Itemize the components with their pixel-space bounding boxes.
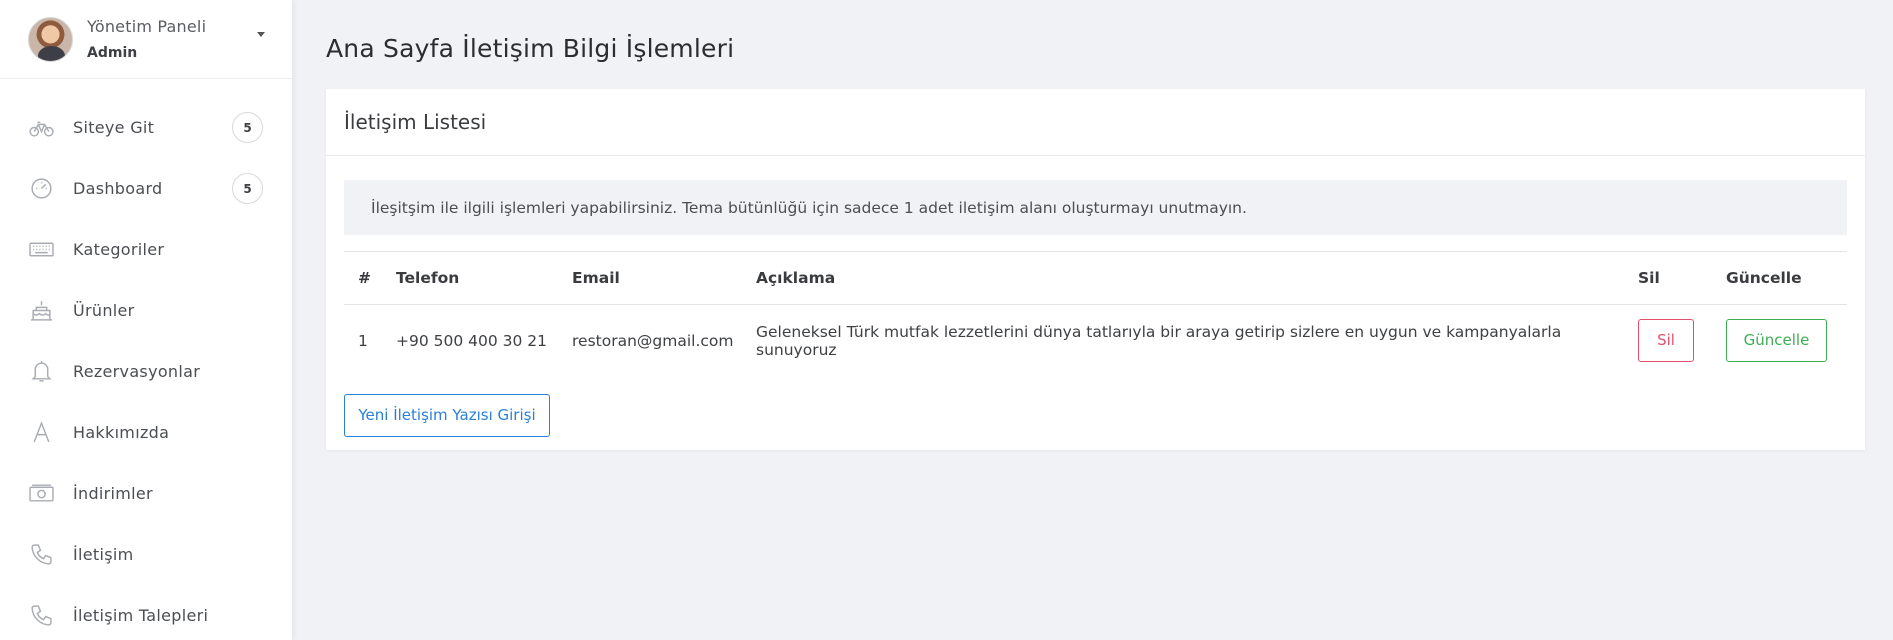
sidebar-item-label: Ürünler [73, 301, 135, 320]
sidebar-item-hakkimizda[interactable]: Hakkımızda [0, 402, 292, 463]
column-header-update: Güncelle [1726, 251, 1847, 305]
sidebar-item-rezervasyonlar[interactable]: Rezervasyonlar [0, 341, 292, 402]
sidebar-item-label: İndirimler [73, 484, 153, 503]
phone-icon [29, 542, 54, 567]
profile-title: Yönetim Paneli [87, 17, 207, 36]
profile-role: Admin [87, 45, 138, 61]
cell-email: restoran@gmail.com [572, 331, 734, 350]
update-button[interactable]: Güncelle [1726, 319, 1827, 363]
sidebar-item-iletisim-talepleri[interactable]: İletişim Talepleri [0, 585, 292, 640]
sidebar-menu: Siteye Git 5 Dashboard 5 Kategoriler Ürü… [0, 79, 292, 640]
sidebar-item-label: İletişim [73, 545, 134, 564]
table-row: 1 +90 500 400 30 21 restoran@gmail.com G… [344, 305, 1847, 377]
column-header-number: # [344, 251, 396, 305]
avatar [28, 16, 73, 62]
column-header-description: Açıklama [756, 251, 1638, 305]
bell-icon [29, 359, 54, 384]
sidebar-item-label: İletişim Talepleri [73, 606, 209, 625]
page-title: Ana Sayfa İletişim Bilgi İşlemleri [326, 34, 735, 63]
delete-button[interactable]: Sil [1638, 319, 1694, 363]
cake-icon [29, 298, 54, 323]
sidebar-item-urunler[interactable]: Ürünler [0, 280, 292, 341]
info-message: İleşitşim ile ilgili işlemleri yapabilir… [344, 180, 1847, 235]
letter-a-icon [29, 420, 54, 445]
sidebar-item-label: Siteye Git [73, 118, 155, 137]
cell-phone: +90 500 400 30 21 [396, 331, 548, 350]
column-header-delete: Sil [1638, 251, 1726, 305]
sidebar-item-dashboard[interactable]: Dashboard 5 [0, 158, 292, 219]
sidebar-item-label: Rezervasyonlar [73, 362, 201, 381]
cell-description: Geleneksel Türk mutfak lezzetlerini düny… [756, 322, 1562, 359]
contact-table: # Telefon Email Açıklama Sil Güncelle 1 … [344, 251, 1847, 377]
sidebar-item-siteye-git[interactable]: Siteye Git 5 [0, 97, 292, 158]
money-icon [29, 481, 54, 506]
keyboard-icon [29, 237, 54, 262]
profile-menu[interactable]: Yönetim Paneli Admin [0, 0, 292, 79]
cell-number: 1 [358, 331, 368, 350]
card-title: İletişim Listesi [344, 110, 487, 134]
caret-down-icon[interactable] [257, 32, 265, 37]
column-header-email: Email [572, 251, 756, 305]
phone-icon [29, 603, 54, 628]
bicycle-icon [29, 115, 54, 140]
sidebar: Yönetim Paneli Admin Siteye Git 5 Dashbo… [0, 0, 292, 640]
gauge-icon [29, 176, 54, 201]
contact-list-card: İletişim Listesi İleşitşim ile ilgili iş… [326, 89, 1865, 450]
table-header-row: # Telefon Email Açıklama Sil Güncelle [344, 251, 1847, 305]
new-contact-button[interactable]: Yeni İletişim Yazısı Girişi [344, 394, 550, 437]
sidebar-item-kategoriler[interactable]: Kategoriler [0, 219, 292, 280]
count-badge: 5 [232, 173, 263, 204]
column-header-phone: Telefon [396, 251, 572, 305]
card-header: İletişim Listesi [326, 89, 1865, 156]
sidebar-item-label: Kategoriler [73, 240, 165, 259]
sidebar-item-label: Dashboard [73, 179, 163, 198]
count-badge: 5 [232, 112, 263, 143]
sidebar-item-indirimler[interactable]: İndirimler [0, 463, 292, 524]
sidebar-item-label: Hakkımızda [73, 423, 170, 442]
sidebar-item-iletisim[interactable]: İletişim [0, 524, 292, 585]
